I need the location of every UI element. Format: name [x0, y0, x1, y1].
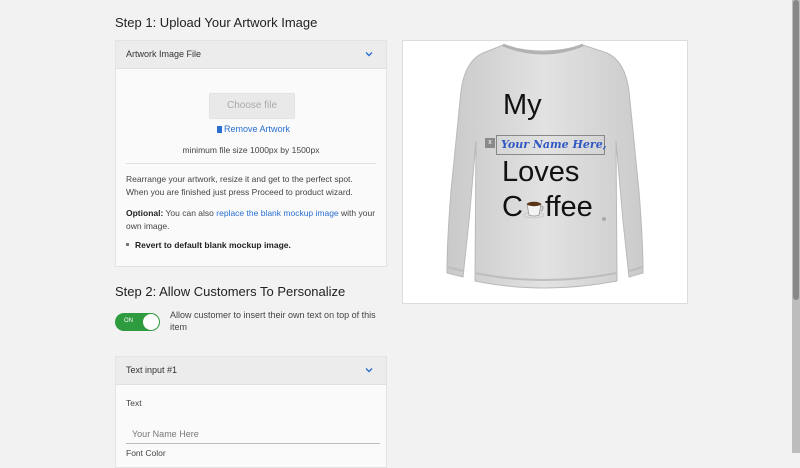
step2-heading: Step 2: Allow Customers To Personalize	[115, 284, 346, 299]
scrollbar-thumb[interactable]	[793, 0, 799, 300]
instructions-text: Rearrange your artwork, resize it and ge…	[126, 174, 353, 197]
resize-handle[interactable]	[602, 217, 606, 221]
personalize-toggle[interactable]: ON	[115, 313, 160, 331]
optional-paragraph: Optional: You can also replace the blank…	[126, 207, 376, 233]
remove-artwork-link[interactable]: Remove Artwork	[217, 124, 290, 134]
toggle-description: Allow customer to insert their own text …	[170, 310, 376, 332]
artwork-panel-title: Artwork Image File	[126, 49, 202, 59]
remove-artwork-label: Remove Artwork	[224, 124, 291, 134]
artwork-panel-header[interactable]: Artwork Image File	[116, 41, 386, 69]
revert-mockup-link[interactable]: Revert to default blank mockup image.	[126, 240, 291, 250]
text-input-panel: Text input #1 Text Font Color	[115, 356, 387, 468]
name-text: Your Name Here,	[501, 138, 607, 151]
text-input-panel-body: Text Font Color	[116, 385, 386, 467]
coffee-cup-icon	[523, 201, 545, 219]
artwork-panel: Artwork Image File Choose file Remove Ar…	[115, 40, 387, 267]
text-field-label: Text	[126, 398, 142, 408]
text-input-panel-title: Text input #1	[126, 365, 178, 375]
close-icon[interactable]: x	[485, 138, 495, 148]
optional-label: Optional:	[126, 208, 164, 218]
optional-text-pre: You can also	[165, 208, 214, 218]
font-color-label: Font Color	[126, 448, 166, 458]
bullet-icon	[126, 243, 129, 246]
mockup-preview: My x Your Name Here, Loves Cffee	[402, 40, 688, 304]
trash-icon	[217, 126, 222, 133]
min-size-text: minimum file size 1000px by 1500px	[182, 145, 320, 155]
text-input-panel-header[interactable]: Text input #1	[116, 357, 386, 385]
preview-text-my: My	[503, 89, 542, 121]
chevron-down-icon[interactable]	[364, 365, 374, 375]
replace-mockup-link[interactable]: replace the blank mockup image	[216, 208, 338, 218]
artwork-panel-body: Choose file Remove Artwork minimum file …	[116, 69, 386, 266]
toggle-state-label: ON	[124, 318, 133, 324]
choose-file-button[interactable]: Choose file	[209, 93, 295, 119]
preview-text-coffee: Cffee	[502, 191, 593, 224]
step1-heading: Step 1: Upload Your Artwork Image	[115, 15, 318, 30]
toggle-knob	[143, 314, 159, 330]
coffee-text-rest: ffee	[544, 191, 593, 223]
revert-label: Revert to default blank mockup image.	[135, 240, 291, 250]
chevron-down-icon[interactable]	[364, 49, 374, 59]
divider	[126, 163, 376, 164]
coffee-text-c: C	[502, 191, 523, 223]
page-scrollbar[interactable]	[792, 0, 800, 453]
preview-text-loves: Loves	[502, 156, 580, 188]
text-input[interactable]	[126, 425, 380, 444]
name-text-box[interactable]: Your Name Here,	[496, 135, 607, 155]
